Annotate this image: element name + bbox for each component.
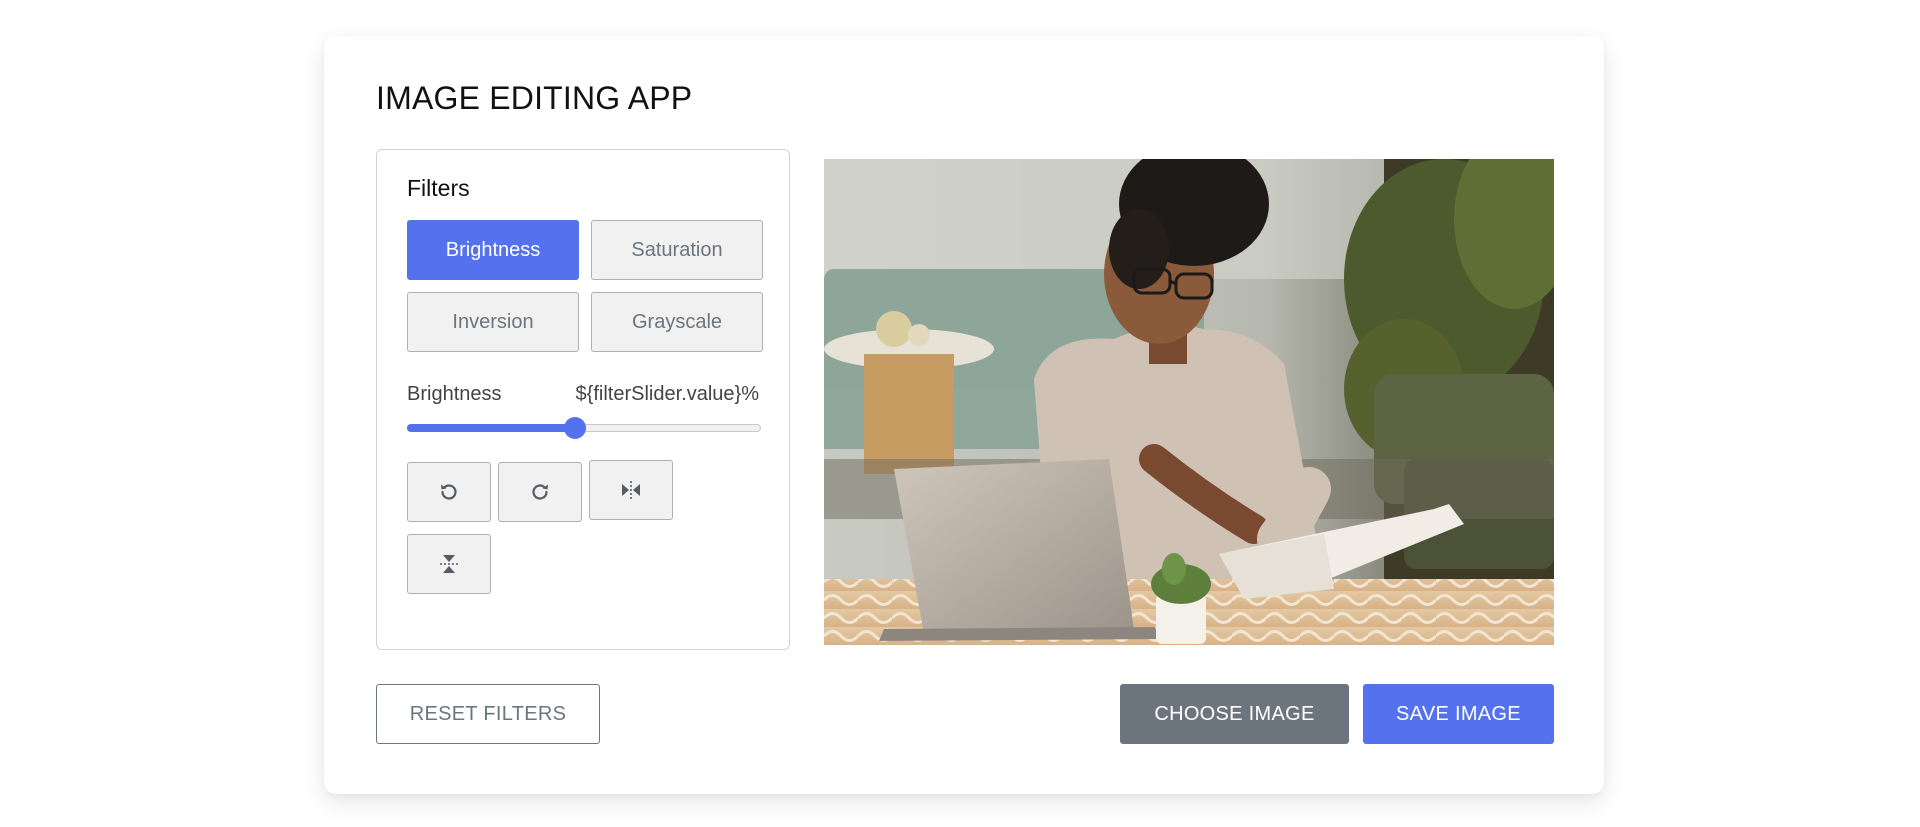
save-image-button[interactable]: SAVE IMAGE [1363, 684, 1554, 744]
slider-value: ${filterSlider.value}% [575, 383, 759, 405]
slider-fill [407, 424, 576, 432]
filters-panel: Filters Brightness Saturation Inversion … [376, 149, 790, 650]
filters-heading: Filters [407, 175, 470, 201]
rotate-left-button[interactable] [407, 462, 491, 522]
rotate-left-icon [437, 480, 461, 504]
reset-filters-button[interactable]: RESET FILTERS [376, 684, 600, 744]
choose-image-button[interactable]: CHOOSE IMAGE [1120, 684, 1349, 744]
flip-vertical-button[interactable] [407, 534, 491, 594]
filter-saturation-button[interactable]: Saturation [591, 220, 763, 280]
slider-name: Brightness [407, 383, 502, 405]
preview-photo [824, 159, 1554, 645]
flip-horizontal-icon [619, 478, 643, 502]
flip-vertical-icon [437, 552, 461, 576]
filter-brightness-button[interactable]: Brightness [407, 220, 579, 280]
editor-card: IMAGE EDITING APP Filters Brightness Sat… [324, 36, 1604, 794]
filter-inversion-button[interactable]: Inversion [407, 292, 579, 352]
flip-horizontal-button[interactable] [589, 460, 673, 520]
filter-grayscale-button[interactable]: Grayscale [591, 292, 763, 352]
image-preview [824, 159, 1554, 645]
filter-slider[interactable] [407, 417, 761, 439]
app-title: IMAGE EDITING APP [376, 80, 693, 116]
slider-thumb[interactable] [564, 417, 587, 439]
rotate-right-button[interactable] [498, 462, 582, 522]
rotate-right-icon [528, 480, 552, 504]
